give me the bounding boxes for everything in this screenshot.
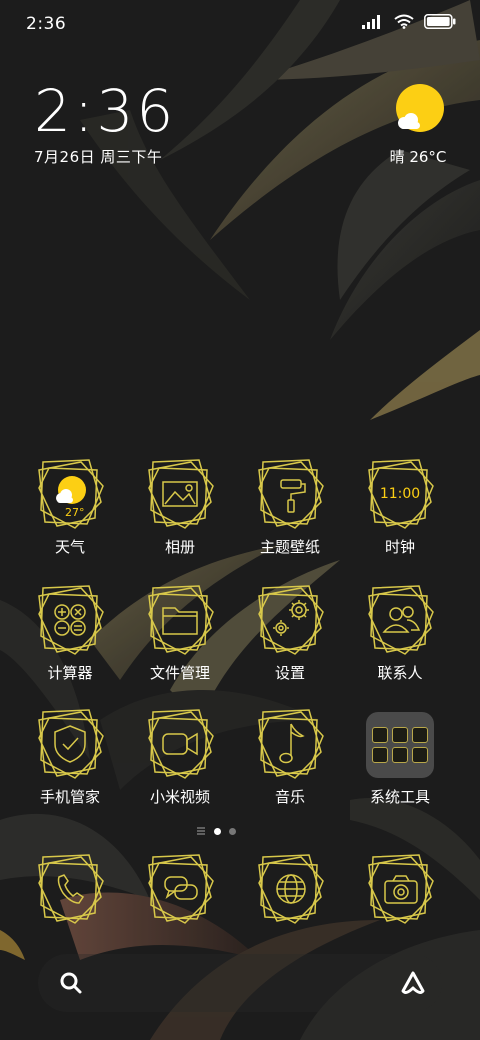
- wifi-icon: [394, 14, 414, 29]
- weather-app-temp: 27°: [65, 506, 85, 519]
- app-label: 主题壁纸: [259, 538, 320, 556]
- app-label: 文件管理: [149, 664, 210, 682]
- phone-icon: [38, 854, 104, 924]
- app-settings[interactable]: 设置: [240, 584, 340, 714]
- folder-preview: [366, 712, 434, 778]
- paint-roller-icon: [258, 459, 324, 529]
- folder-system-tools[interactable]: 系统工具: [350, 708, 450, 838]
- app-calculator[interactable]: 计算器: [20, 584, 120, 714]
- status-icons: [362, 14, 456, 29]
- clock-app-text: 11:00: [379, 486, 421, 502]
- battery-icon: [424, 14, 456, 29]
- app-video[interactable]: 小米视频: [130, 708, 230, 838]
- status-bar: 2:36: [0, 0, 480, 48]
- clock-widget[interactable]: 2:36 7月26日 周三下午: [34, 80, 176, 167]
- app-label: 音乐: [274, 788, 305, 806]
- app-weather[interactable]: 27° 天气: [20, 458, 120, 588]
- page-dot-active: [214, 827, 221, 835]
- app-themes[interactable]: 主题壁纸: [240, 458, 340, 588]
- mini-app-icon: [392, 747, 408, 763]
- search-bar[interactable]: [38, 954, 442, 1012]
- app-label: 系统工具: [369, 788, 430, 806]
- status-time: 2:36: [26, 14, 67, 34]
- page-indicator[interactable]: [196, 826, 236, 836]
- search-icon[interactable]: [56, 968, 86, 998]
- clock-date: 7月26日 周三下午: [34, 148, 163, 166]
- browser-icon: [258, 854, 324, 924]
- app-label: 天气: [54, 538, 85, 556]
- weather-text: 晴 26°C: [389, 148, 447, 166]
- mini-app-icon: [392, 727, 408, 743]
- dock: [0, 845, 480, 945]
- app-music[interactable]: 音乐: [240, 708, 340, 838]
- sunny-weather-icon: [396, 84, 444, 132]
- app-label: 时钟: [384, 538, 415, 556]
- app-label: 相册: [164, 538, 195, 556]
- mini-app-icon: [412, 727, 428, 743]
- app-clock[interactable]: 11:00 时钟: [350, 458, 450, 588]
- music-note-icon: [258, 709, 324, 779]
- app-label: 联系人: [377, 664, 423, 682]
- app-security[interactable]: 手机管家: [20, 708, 120, 838]
- app-label: 计算器: [47, 664, 93, 682]
- app-gallery[interactable]: 相册: [130, 458, 230, 588]
- shield-icon: [38, 709, 104, 779]
- calculator-icon: [38, 585, 104, 655]
- page-dot: [229, 827, 236, 835]
- app-label: 小米视频: [149, 788, 210, 806]
- camera-icon: [368, 854, 434, 924]
- home-menu-icon: [197, 827, 205, 835]
- messages-icon: [148, 854, 214, 924]
- app-contacts[interactable]: 联系人: [350, 584, 450, 714]
- mini-app-icon: [372, 727, 388, 743]
- mini-app-icon: [372, 747, 388, 763]
- weather-app-icon: [38, 459, 104, 529]
- app-files[interactable]: 文件管理: [130, 584, 230, 714]
- assistant-icon[interactable]: [398, 968, 428, 998]
- signal-icon: [362, 14, 380, 29]
- gallery-icon: [148, 459, 214, 529]
- mini-app-icon: [412, 747, 428, 763]
- video-camera-icon: [148, 709, 214, 779]
- app-label: 设置: [274, 664, 305, 682]
- folder-icon: [148, 585, 214, 655]
- clock-time: 2:36: [34, 77, 177, 145]
- app-label: 手机管家: [39, 788, 100, 806]
- contacts-icon: [368, 585, 434, 655]
- gear-icon: [258, 585, 324, 655]
